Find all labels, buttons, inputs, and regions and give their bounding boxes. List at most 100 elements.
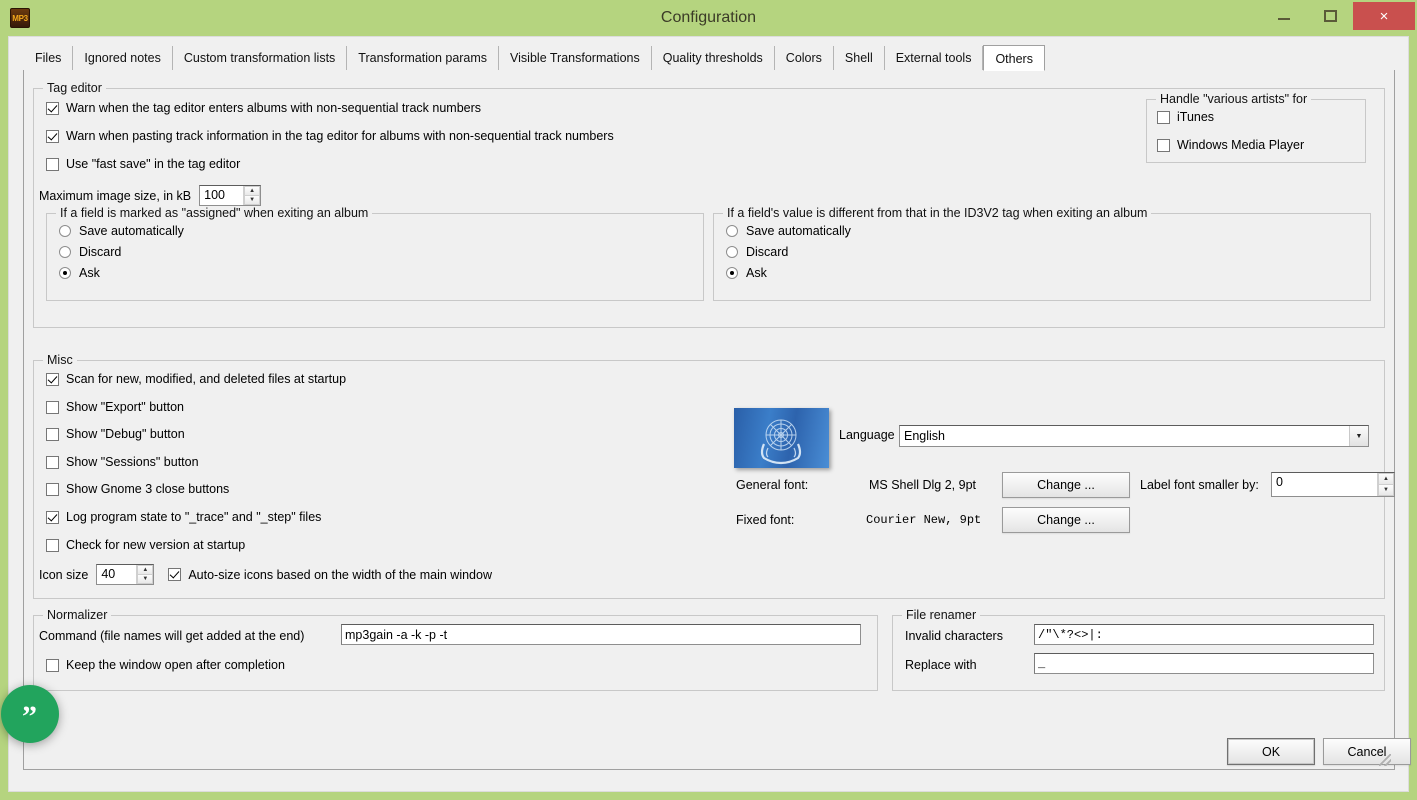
label-font-smaller-value: 0 (1276, 475, 1283, 489)
radio-label: Discard (746, 245, 789, 259)
normalizer-command-label: Command (file names will get added at th… (39, 629, 305, 643)
checkbox-auto-size-icons[interactable]: Auto-size icons based on the width of th… (168, 568, 492, 582)
checkbox-itunes[interactable]: iTunes (1157, 110, 1214, 124)
invalid-characters-label: Invalid characters (905, 629, 1003, 643)
checkbox-label: Show Gnome 3 close buttons (66, 482, 230, 496)
stepper-arrows[interactable]: ▲ ▼ (1377, 473, 1394, 496)
tab-quality-thresholds[interactable]: Quality thresholds (651, 46, 775, 70)
window-controls: × (1261, 0, 1417, 36)
radio-icon (59, 267, 71, 279)
checkbox-label: Check for new version at startup (66, 538, 246, 552)
group-file-renamer: File renamer Invalid characters /"\*?<>|… (892, 608, 1385, 691)
group-misc: Misc Scan for new, modified, and deleted… (33, 353, 1395, 599)
stepper-up-icon[interactable]: ▲ (244, 186, 261, 195)
radio-id3v2-discard[interactable]: Discard (726, 245, 788, 259)
tab-colors[interactable]: Colors (774, 46, 834, 70)
radio-id3v2-ask[interactable]: Ask (726, 266, 767, 280)
stepper-up-icon[interactable]: ▲ (1378, 473, 1394, 484)
radio-assigned-save-automatically[interactable]: Save automatically (59, 224, 184, 238)
checkbox-label: Log program state to "_trace" and "_step… (66, 510, 322, 524)
stepper-arrows[interactable]: ▲ ▼ (243, 186, 261, 205)
tab-files[interactable]: Files (23, 46, 74, 70)
maximize-button[interactable] (1307, 1, 1353, 31)
checkbox-icon (46, 101, 59, 115)
group-field-assigned: If a field is marked as "assigned" when … (46, 206, 704, 301)
fixed-font-label: Fixed font: (736, 513, 795, 527)
group-field-id3v2-differs: If a field's value is different from tha… (713, 206, 1371, 301)
checkbox-icon (46, 455, 59, 469)
ok-button[interactable]: OK (1227, 738, 1315, 765)
radio-icon (59, 246, 71, 258)
fixed-font-value: Courier New, 9pt (866, 513, 982, 527)
checkbox-fast-save[interactable]: Use "fast save" in the tag editor (46, 157, 240, 171)
language-label: Language (839, 428, 895, 442)
stepper-down-icon[interactable]: ▼ (244, 195, 261, 205)
tab-ignored-notes[interactable]: Ignored notes (73, 46, 173, 70)
tab-external-tools[interactable]: External tools (884, 46, 984, 70)
chevron-down-icon[interactable]: ▼ (1349, 426, 1368, 446)
checkbox-show-gnome3-close-buttons[interactable]: Show Gnome 3 close buttons (46, 482, 229, 496)
checkbox-icon (1157, 110, 1170, 124)
checkbox-label: Show "Debug" button (66, 427, 185, 441)
tab-others[interactable]: Others (983, 45, 1045, 71)
radio-label: Save automatically (79, 224, 184, 238)
close-button[interactable]: × (1353, 2, 1415, 30)
checkbox-scan-at-startup[interactable]: Scan for new, modified, and deleted file… (46, 372, 346, 386)
normalizer-command-input[interactable]: mp3gain -a -k -p -t (341, 624, 861, 645)
stepper-up-icon[interactable]: ▲ (137, 565, 154, 574)
minimize-button[interactable] (1261, 1, 1307, 31)
quote-badge[interactable]: ” (1, 685, 59, 743)
replace-with-label: Replace with (905, 658, 977, 672)
checkbox-keep-window-open[interactable]: Keep the window open after completion (46, 658, 285, 672)
stepper-down-icon[interactable]: ▼ (137, 574, 154, 584)
tab-transformation-params[interactable]: Transformation params (347, 46, 500, 70)
checkbox-icon (46, 400, 59, 414)
resize-grip[interactable] (1379, 754, 1391, 766)
dialog-client-area: Files Ignored notes Custom transformation … (8, 36, 1411, 792)
language-value: English (904, 429, 945, 443)
stepper-arrows[interactable]: ▲ ▼ (136, 565, 154, 584)
checkbox-show-sessions-button[interactable]: Show "Sessions" button (46, 455, 199, 469)
checkbox-warn-paste-track-info[interactable]: Warn when pasting track information in t… (46, 129, 614, 143)
max-image-size-label: Maximum image size, in kB (39, 188, 192, 203)
change-general-font-button[interactable]: Change ... (1002, 472, 1130, 498)
checkbox-label: Show "Sessions" button (66, 455, 199, 469)
icon-size-row: Icon size 40 ▲ ▼ Auto-size icons based o… (39, 564, 492, 585)
general-font-value: MS Shell Dlg 2, 9pt (869, 478, 976, 492)
radio-assigned-ask[interactable]: Ask (59, 266, 100, 280)
invalid-characters-input[interactable]: /"\*?<>|: (1034, 624, 1374, 645)
checkbox-show-export-button[interactable]: Show "Export" button (46, 400, 184, 414)
tab-shell[interactable]: Shell (833, 46, 885, 70)
group-title-various-artists: Handle "various artists" for (1156, 92, 1312, 106)
checkbox-log-program-state[interactable]: Log program state to "_trace" and "_step… (46, 510, 321, 524)
group-normalizer: Normalizer Command (file names will get … (33, 608, 878, 691)
checkbox-label: Keep the window open after completion (66, 658, 285, 672)
checkbox-windows-media-player[interactable]: Windows Media Player (1157, 138, 1304, 152)
group-title-misc: Misc (43, 353, 77, 367)
group-title-field-assigned: If a field is marked as "assigned" when … (56, 206, 373, 220)
checkbox-label: Show "Export" button (66, 400, 184, 414)
max-image-size-stepper[interactable]: 100 ▲ ▼ (199, 185, 262, 206)
replace-with-input[interactable]: _ (1034, 653, 1374, 674)
checkbox-show-debug-button[interactable]: Show "Debug" button (46, 427, 185, 441)
checkbox-label: Warn when the tag editor enters albums w… (66, 101, 482, 115)
icon-size-stepper[interactable]: 40 ▲ ▼ (96, 564, 155, 585)
language-select[interactable]: English ▼ (899, 425, 1369, 447)
checkbox-label: Warn when pasting track information in t… (66, 129, 614, 143)
checkbox-warn-enter-albums[interactable]: Warn when the tag editor enters albums w… (46, 101, 481, 115)
change-fixed-font-button[interactable]: Change ... (1002, 507, 1130, 533)
tab-strip: Files Ignored notes Custom transformation … (23, 45, 1395, 71)
cancel-button[interactable]: Cancel (1323, 738, 1411, 765)
stepper-down-icon[interactable]: ▼ (1378, 484, 1394, 496)
tab-visible-transformations[interactable]: Visible Transformations (499, 46, 652, 70)
checkbox-label: Scan for new, modified, and deleted file… (66, 372, 347, 386)
checkbox-icon (46, 129, 59, 143)
radio-id3v2-save-automatically[interactable]: Save automatically (726, 224, 851, 238)
radio-assigned-discard[interactable]: Discard (59, 245, 121, 259)
checkbox-label: Auto-size icons based on the width of th… (188, 567, 492, 582)
checkbox-icon (46, 157, 59, 171)
checkbox-check-new-version[interactable]: Check for new version at startup (46, 538, 245, 552)
label-font-smaller-stepper[interactable]: 0 ▲ ▼ (1271, 472, 1395, 497)
radio-icon (726, 267, 738, 279)
tab-custom-transformation-lists[interactable]: Custom transformation lists (172, 46, 348, 70)
